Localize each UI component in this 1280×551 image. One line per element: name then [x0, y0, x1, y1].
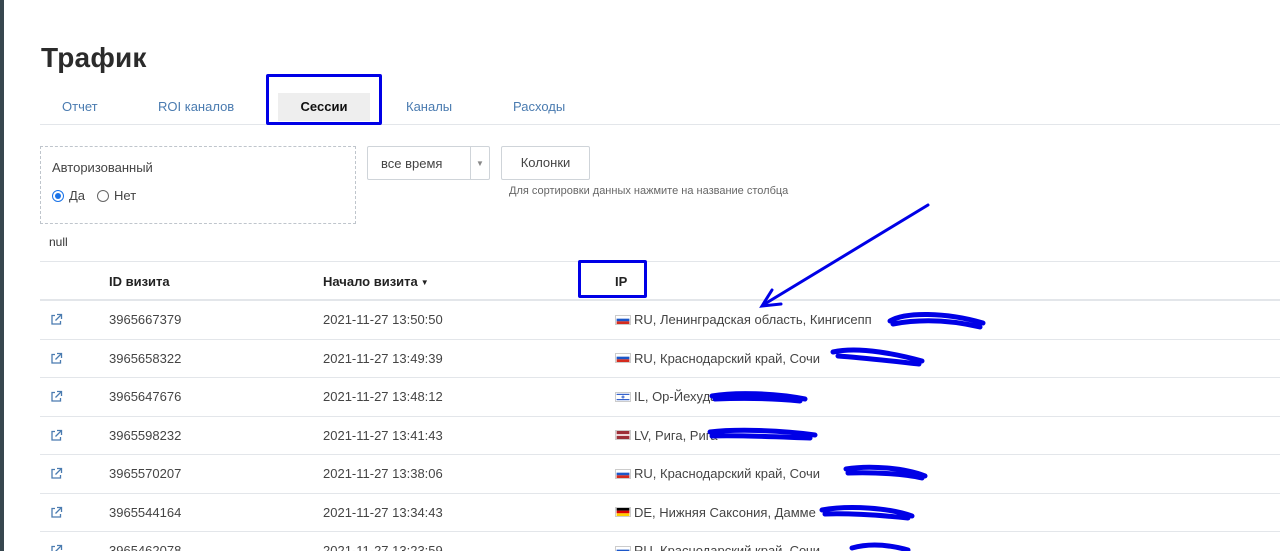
- flag-ru-icon: [615, 353, 631, 363]
- cell-ip-location: IL, Ор-Йехуда: [634, 389, 718, 404]
- table-body: 3965667379 2021-11-27 13:50:50 RU, Ленингр…: [40, 301, 1280, 551]
- caret-down-icon: ▼: [420, 278, 429, 287]
- cell-visit-start: 2021-11-27 13:34:43: [323, 504, 443, 520]
- cell-visit-id: 3965658322: [109, 350, 182, 366]
- cell-ip: DE, Нижняя Саксония, Дамме: [615, 505, 816, 520]
- tab-bar: Отчет ROI каналов Сессии Каналы Расходы: [40, 90, 1280, 125]
- table-row[interactable]: 3965598232 2021-11-27 13:41:43 LV, Рига, Р…: [40, 417, 1280, 455]
- table-row[interactable]: 3965647676 2021-11-27 13:48:12 IL, Ор-Йеху…: [40, 378, 1280, 417]
- tab-report[interactable]: Отчет: [62, 90, 98, 124]
- auth-option-yes-label: Да: [69, 188, 86, 203]
- tab-channels[interactable]: Каналы: [406, 90, 452, 124]
- header-visit-start-label: Начало визита: [323, 274, 418, 289]
- cell-ip-location: RU, Краснодарский край, Сочи: [634, 543, 821, 551]
- cell-ip: RU, Ленинградская область, Кингисепп: [615, 312, 872, 327]
- radio-unchecked-icon[interactable]: [97, 189, 110, 202]
- table-row[interactable]: 3965667379 2021-11-27 13:50:50 RU, Ленингр…: [40, 301, 1280, 340]
- select-divider: [470, 147, 471, 179]
- header-ip[interactable]: IP: [615, 274, 627, 289]
- cell-visit-start: 2021-11-27 13:23:59: [323, 543, 443, 551]
- table-row[interactable]: 3965658322 2021-11-27 13:49:39 RU, Краснод…: [40, 340, 1280, 378]
- auth-option-no-label: Нет: [114, 188, 137, 203]
- table-row[interactable]: 3965462078 2021-11-27 13:23:59 RU, Краснод…: [40, 532, 1280, 551]
- external-link-icon[interactable]: [50, 390, 63, 403]
- columns-button[interactable]: Колонки: [501, 146, 590, 180]
- tab-roi-channels[interactable]: ROI каналов: [158, 90, 234, 124]
- sort-hint: Для сортировки данных нажмите на названи…: [509, 185, 789, 197]
- null-text: null: [49, 235, 68, 249]
- external-link-icon[interactable]: [50, 429, 63, 442]
- cell-ip-location: LV, Рига, Рига: [634, 427, 718, 443]
- flag-de-icon: [615, 507, 631, 517]
- table-row[interactable]: 3965544164 2021-11-27 13:34:43 DE, Нижняя …: [40, 494, 1280, 532]
- external-link-icon[interactable]: [50, 352, 63, 365]
- flag-il-icon: [615, 391, 631, 402]
- cell-visit-id: 3965570207: [109, 466, 182, 481]
- external-link-icon[interactable]: [50, 544, 63, 551]
- external-link-icon[interactable]: [50, 506, 63, 519]
- flag-ru-icon: [615, 468, 631, 479]
- sessions-table: ID визита Начало визита ▼ IP 3965667379 20…: [40, 261, 1280, 551]
- external-link-icon[interactable]: [50, 313, 63, 326]
- cell-visit-start: 2021-11-27 13:49:39: [323, 350, 443, 366]
- external-link-icon[interactable]: [50, 467, 63, 480]
- cell-visit-start: 2021-11-27 13:48:12: [323, 389, 443, 404]
- cell-ip-location: DE, Нижняя Саксония, Дамме: [634, 504, 816, 520]
- chevron-down-icon[interactable]: ▼: [476, 159, 484, 168]
- flag-lv-icon: [615, 430, 631, 440]
- cell-ip: RU, Краснодарский край, Сочи: [615, 351, 820, 366]
- auth-option-yes[interactable]: Да: [52, 188, 85, 203]
- cell-visit-id: 3965544164: [109, 504, 182, 520]
- header-visit-start[interactable]: Начало визита ▼: [323, 274, 429, 289]
- auth-radio-group: Да Нет: [52, 188, 148, 203]
- table-header: ID визита Начало визита ▼ IP: [40, 261, 1280, 301]
- cell-ip: LV, Рига, Рига: [615, 428, 717, 443]
- flag-ru-icon: [615, 314, 631, 325]
- cell-ip: RU, Краснодарский край, Сочи: [615, 466, 820, 481]
- cell-visit-id: 3965462078: [109, 543, 182, 551]
- period-select[interactable]: все время ▼: [367, 146, 490, 180]
- auth-option-no[interactable]: Нет: [97, 188, 136, 203]
- table-row[interactable]: 3965570207 2021-11-27 13:38:06 RU, Краснод…: [40, 455, 1280, 494]
- cell-ip-location: RU, Краснодарский край, Сочи: [634, 466, 821, 481]
- auth-filter: Авторизованный Да Нет: [40, 146, 356, 224]
- cell-visit-id: 3965667379: [109, 312, 182, 327]
- left-edge-strip: [0, 0, 4, 551]
- cell-visit-start: 2021-11-27 13:41:43: [323, 427, 443, 443]
- cell-visit-id: 3965647676: [109, 389, 182, 404]
- flag-ru-icon: [615, 545, 631, 551]
- header-visit-id[interactable]: ID визита: [109, 274, 170, 289]
- cell-ip-location: RU, Ленинградская область, Кингисепп: [634, 312, 872, 327]
- tab-sessions[interactable]: Сессии: [278, 93, 370, 121]
- cell-visit-start: 2021-11-27 13:38:06: [323, 466, 443, 481]
- tab-expenses[interactable]: Расходы: [513, 90, 565, 124]
- cell-visit-start: 2021-11-27 13:50:50: [323, 312, 443, 327]
- radio-checked-icon[interactable]: [52, 189, 64, 202]
- cell-visit-id: 3965598232: [109, 427, 182, 443]
- auth-filter-label: Авторизованный: [52, 160, 153, 175]
- cell-ip: IL, Ор-Йехуда: [615, 389, 717, 404]
- cell-ip: RU, Краснодарский край, Сочи: [615, 543, 820, 551]
- page-title: Трафик: [41, 42, 147, 73]
- period-select-value: все время: [381, 156, 443, 171]
- cell-ip-location: RU, Краснодарский край, Сочи: [634, 350, 821, 366]
